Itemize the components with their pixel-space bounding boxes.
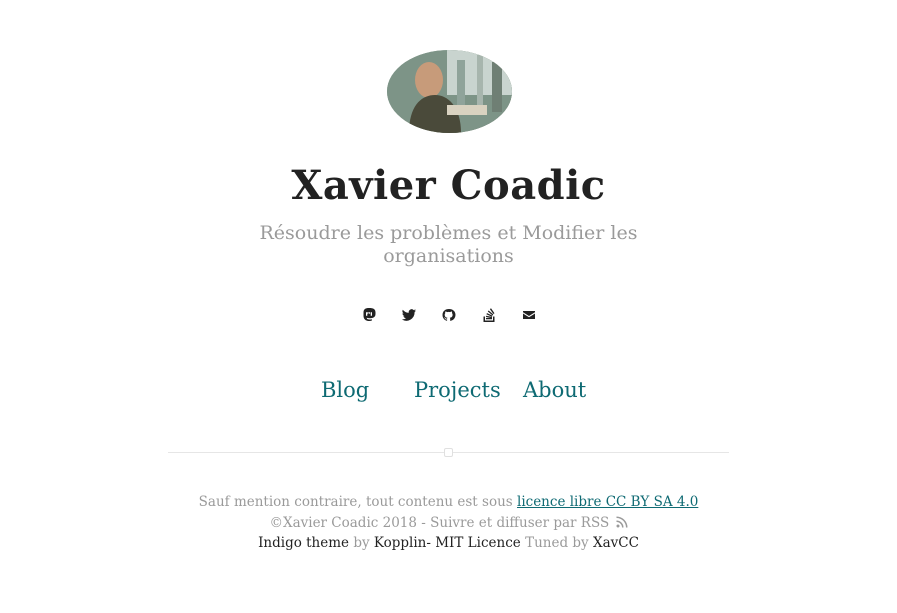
- mastodon-link[interactable]: [359, 305, 379, 325]
- footer-licence-prefix: Sauf mention contraire, tout contenu est…: [198, 494, 513, 510]
- email-icon: [523, 311, 535, 319]
- footer-copyright: ©Xavier Coadic 2018 - Suivre et diffuser…: [269, 514, 610, 531]
- stackoverflow-link[interactable]: [479, 305, 499, 325]
- social-links: [0, 305, 897, 325]
- tuner-name[interactable]: XavCC: [593, 535, 639, 551]
- nav-about[interactable]: About: [523, 378, 586, 402]
- licence-link[interactable]: licence libre CC BY SA 4.0: [517, 494, 698, 510]
- nav-blog[interactable]: Blog: [321, 378, 369, 402]
- footer-by: by: [353, 535, 370, 551]
- footer: Sauf mention contraire, tout contenu est…: [178, 492, 719, 554]
- avatar: [387, 50, 512, 133]
- site-tagline: Résoudre les problèmes et Modifier les o…: [259, 222, 638, 267]
- github-link[interactable]: [439, 305, 459, 325]
- theme-author[interactable]: Kopplin- MIT Licence: [374, 535, 521, 551]
- rss-link[interactable]: [616, 514, 628, 527]
- stackoverflow-icon: [483, 308, 495, 322]
- mastodon-icon: [363, 308, 376, 321]
- github-icon: [442, 309, 456, 321]
- theme-name[interactable]: Indigo theme: [258, 535, 349, 551]
- email-link[interactable]: [519, 305, 539, 325]
- main-nav: Blog Projects About: [0, 378, 897, 408]
- divider-ornament: [444, 448, 453, 457]
- nav-projects[interactable]: Projects: [414, 378, 501, 402]
- rss-icon: [616, 516, 628, 527]
- site-title[interactable]: Xavier Coadic: [0, 162, 897, 209]
- twitter-link[interactable]: [399, 305, 419, 325]
- footer-tuned-by: Tuned by: [525, 535, 589, 551]
- twitter-icon: [401, 309, 416, 321]
